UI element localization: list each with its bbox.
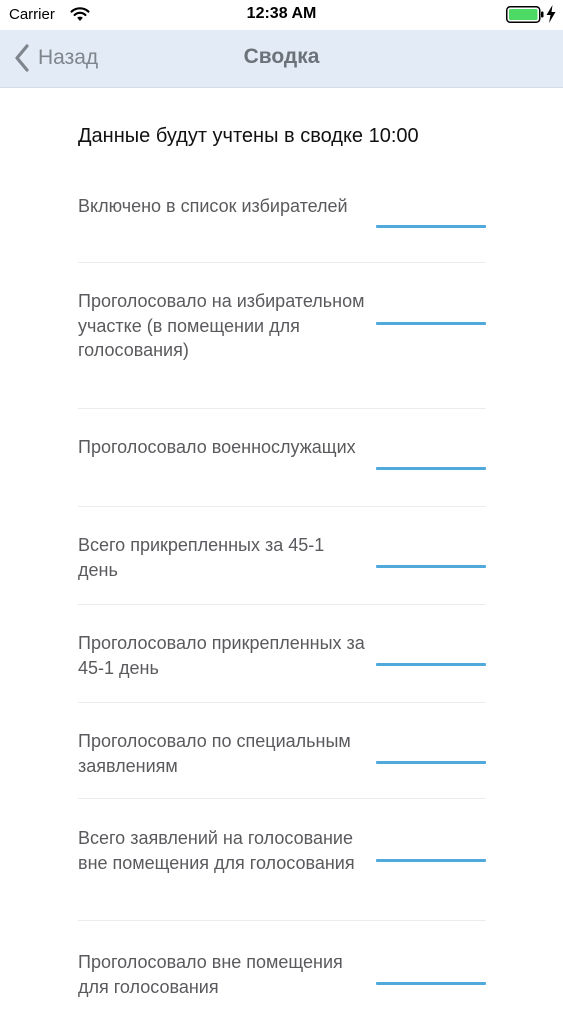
form-row-voted-at-station: Проголосовало на избирательном участке (… bbox=[78, 289, 486, 409]
value-input[interactable] bbox=[376, 982, 486, 985]
summary-notice: Данные будут учтены в сводке 10:00 bbox=[78, 125, 419, 147]
row-label: Проголосовало на избирательном участке (… bbox=[78, 291, 365, 360]
form-row-voters-list: Включено в список избирателей bbox=[78, 191, 486, 263]
form-row-special-applications: Проголосовало по специальным заявлениям bbox=[78, 729, 486, 799]
value-input[interactable] bbox=[376, 663, 486, 666]
value-input[interactable] bbox=[376, 859, 486, 862]
value-input[interactable] bbox=[376, 225, 486, 228]
row-label: Проголосовало по специальным заявлениям bbox=[78, 731, 351, 776]
status-bar: Carrier 12:38 AM bbox=[0, 0, 563, 30]
form-row-outside-applications: Всего заявлений на голосование вне помещ… bbox=[78, 825, 486, 921]
form-row-military: Проголосовало военнослужащих bbox=[78, 435, 486, 507]
navigation-bar: Назад Сводка bbox=[0, 30, 563, 88]
status-time: 12:38 AM bbox=[246, 5, 317, 22]
page-title: Сводка bbox=[243, 45, 320, 68]
value-input[interactable] bbox=[376, 467, 486, 470]
row-label: Включено в список избирателей bbox=[78, 196, 348, 216]
form-row-attached-voted: Проголосовало прикрепленных за 45-1 день bbox=[78, 631, 486, 703]
charging-bolt-icon bbox=[546, 5, 556, 23]
row-label: Проголосовало военнослужащих bbox=[78, 437, 356, 457]
row-label: Всего заявлений на голосование вне помещ… bbox=[78, 828, 355, 873]
battery-icon bbox=[506, 6, 544, 23]
form-row-outside-voted: Проголосовало вне помещения для голосова… bbox=[78, 949, 486, 1009]
row-label: Проголосовало вне помещения для голосова… bbox=[78, 952, 343, 997]
row-label: Проголосовало прикрепленных за 45-1 день bbox=[78, 633, 365, 678]
value-input[interactable] bbox=[376, 761, 486, 764]
form-row-attached-total: Всего прикрепленных за 45-1 день bbox=[78, 533, 486, 605]
value-input[interactable] bbox=[376, 565, 486, 568]
value-input[interactable] bbox=[376, 322, 486, 325]
row-label: Всего прикрепленных за 45-1 день bbox=[78, 535, 325, 580]
